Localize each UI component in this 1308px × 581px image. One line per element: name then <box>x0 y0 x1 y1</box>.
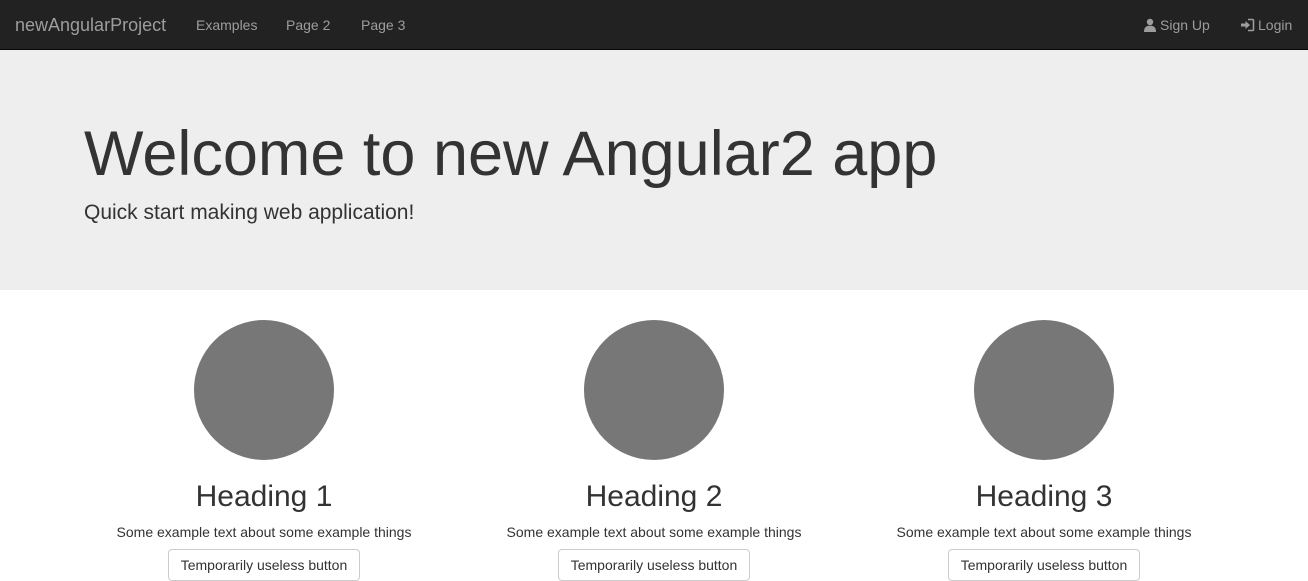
top-navbar: newAngularProject Examples Page 2 Page 3… <box>0 0 1308 50</box>
feature-column: Heading 2 Some example text about some e… <box>459 320 849 581</box>
nav-link-page-3[interactable]: Page 3 <box>361 16 405 34</box>
placeholder-image <box>194 320 334 460</box>
placeholder-image <box>584 320 724 460</box>
page-title: Welcome to new Angular2 app <box>84 119 938 189</box>
login-label: Login <box>1258 17 1293 33</box>
nav-link-examples[interactable]: Examples <box>196 16 257 34</box>
column-text: Some example text about some example thi… <box>116 524 412 540</box>
temporarily-useless-button[interactable]: Temporarily useless button <box>947 549 1141 581</box>
brand-link[interactable]: newAngularProject <box>15 15 166 35</box>
signup-label: Sign Up <box>1160 17 1210 33</box>
page-subtitle: Quick start making web application! <box>84 201 415 224</box>
nav-link-page-2[interactable]: Page 2 <box>286 16 330 34</box>
column-heading: Heading 2 <box>585 480 723 513</box>
temporarily-useless-button[interactable]: Temporarily useless button <box>557 549 751 581</box>
login-link[interactable]: Login <box>1240 16 1292 34</box>
placeholder-image <box>974 320 1114 460</box>
login-icon <box>1241 18 1255 32</box>
column-heading: Heading 3 <box>975 480 1113 513</box>
signup-link[interactable]: Sign Up <box>1143 16 1210 34</box>
feature-column: Heading 1 Some example text about some e… <box>69 320 459 581</box>
temporarily-useless-button[interactable]: Temporarily useless button <box>167 549 361 581</box>
column-heading: Heading 1 <box>195 480 333 513</box>
column-text: Some example text about some example thi… <box>506 524 802 540</box>
column-text: Some example text about some example thi… <box>896 524 1192 540</box>
user-icon <box>1144 18 1156 32</box>
jumbotron: Welcome to new Angular2 app Quick start … <box>0 50 1308 290</box>
feature-column: Heading 3 Some example text about some e… <box>849 320 1239 581</box>
